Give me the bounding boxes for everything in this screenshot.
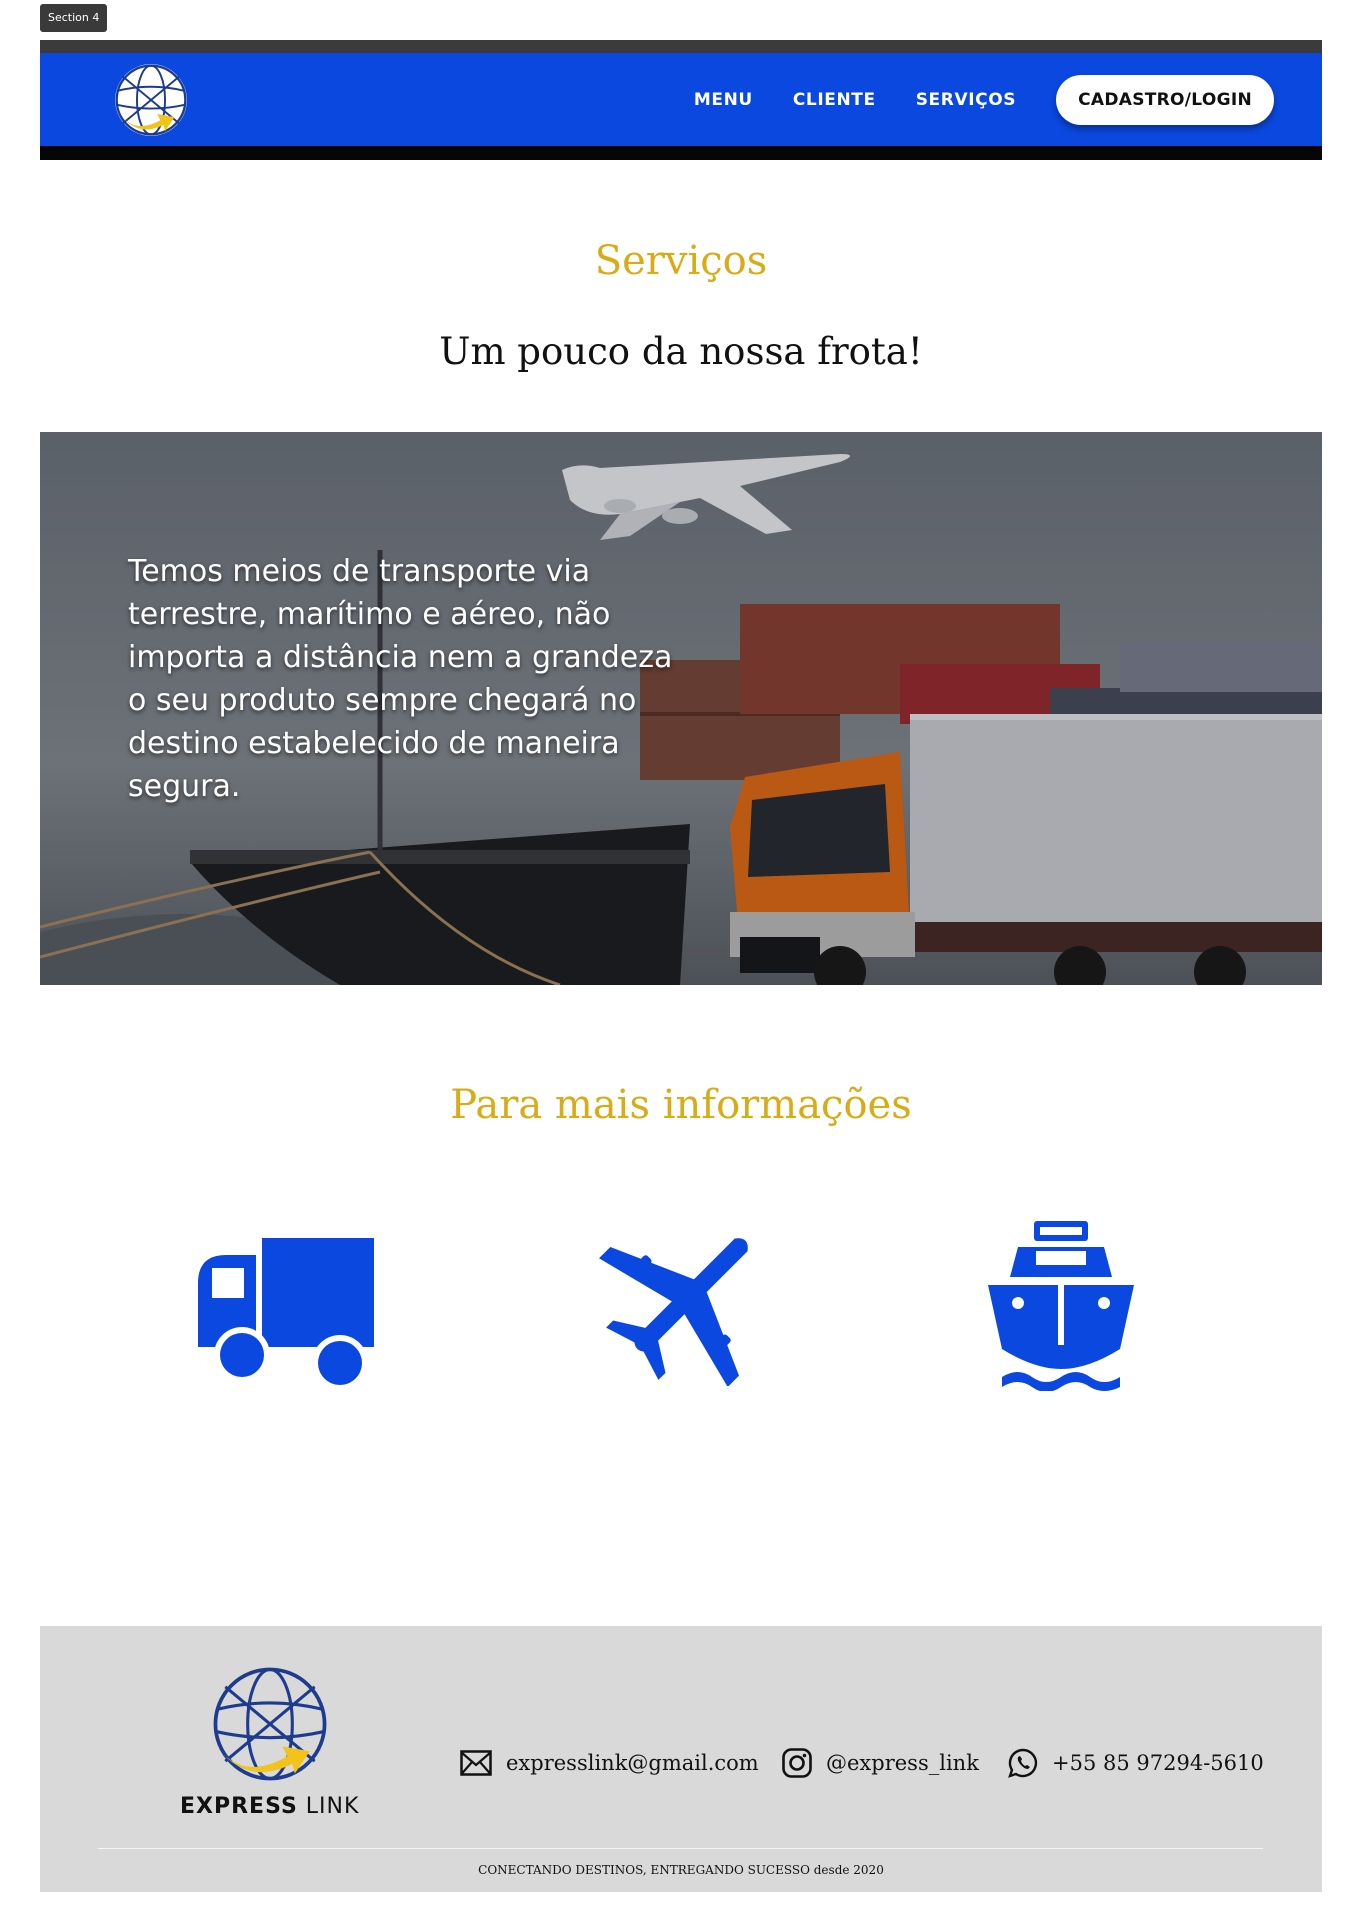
services-title: Serviços — [594, 238, 768, 284]
instagram-icon — [782, 1748, 812, 1778]
nav-menu-link[interactable]: MENU — [694, 90, 753, 110]
airplane-icon[interactable] — [595, 1214, 777, 1386]
whatsapp-icon — [1008, 1748, 1038, 1778]
contact-instagram-text: @express_link — [826, 1751, 979, 1775]
footer-divider — [98, 1848, 1263, 1849]
main-nav: MENU CLIENTE SERVIÇOS CADASTRO/LOGIN — [694, 74, 1274, 126]
login-button[interactable]: CADASTRO/LOGIN — [1056, 75, 1274, 125]
contact-whatsapp[interactable]: +55 85 97294-5610 — [1008, 1746, 1264, 1780]
nav-cliente-link[interactable]: CLIENTE — [793, 90, 876, 110]
brand-name-bold: EXPRESS — [180, 1794, 298, 1819]
nav-servicos-link[interactable]: SERVIÇOS — [916, 90, 1016, 110]
hero-description: Temos meios de transporte via terrestre,… — [128, 554, 673, 804]
fleet-hero-banner: Temos meios de transporte via terrestre,… — [40, 432, 1322, 985]
site-footer: EXPRESS LINK expresslink@gmail.com @expr… — [40, 1626, 1322, 1892]
contact-email[interactable]: expresslink@gmail.com — [460, 1746, 759, 1780]
header-top-bar — [40, 40, 1322, 53]
contact-instagram[interactable]: @express_link — [782, 1746, 979, 1780]
mail-icon — [460, 1750, 492, 1776]
header-bottom-bar — [40, 146, 1322, 160]
truck-icon[interactable] — [198, 1235, 374, 1385]
contact-email-text: expresslink@gmail.com — [506, 1751, 759, 1775]
section-label: Section 4 — [40, 4, 108, 32]
contact-phone-text: +55 85 97294-5610 — [1052, 1751, 1264, 1775]
info-title: Para mais informações — [450, 1082, 912, 1128]
brand-name: EXPRESS LINK — [180, 1794, 359, 1819]
footer-tagline: CONECTANDO DESTINOS, ENTREGANDO SUCESSO … — [478, 1863, 884, 1877]
globe-with-arrow-icon[interactable] — [112, 61, 190, 139]
brand-name-light: LINK — [305, 1794, 360, 1819]
globe-with-arrow-icon — [212, 1667, 327, 1781]
ship-icon[interactable] — [988, 1221, 1134, 1391]
fleet-subtitle: Um pouco da nossa frota! — [439, 330, 923, 373]
page: MENU CLIENTE SERVIÇOS CADASTRO/LOGIN Ser… — [40, 40, 1322, 1892]
site-header: MENU CLIENTE SERVIÇOS CADASTRO/LOGIN — [40, 40, 1322, 160]
